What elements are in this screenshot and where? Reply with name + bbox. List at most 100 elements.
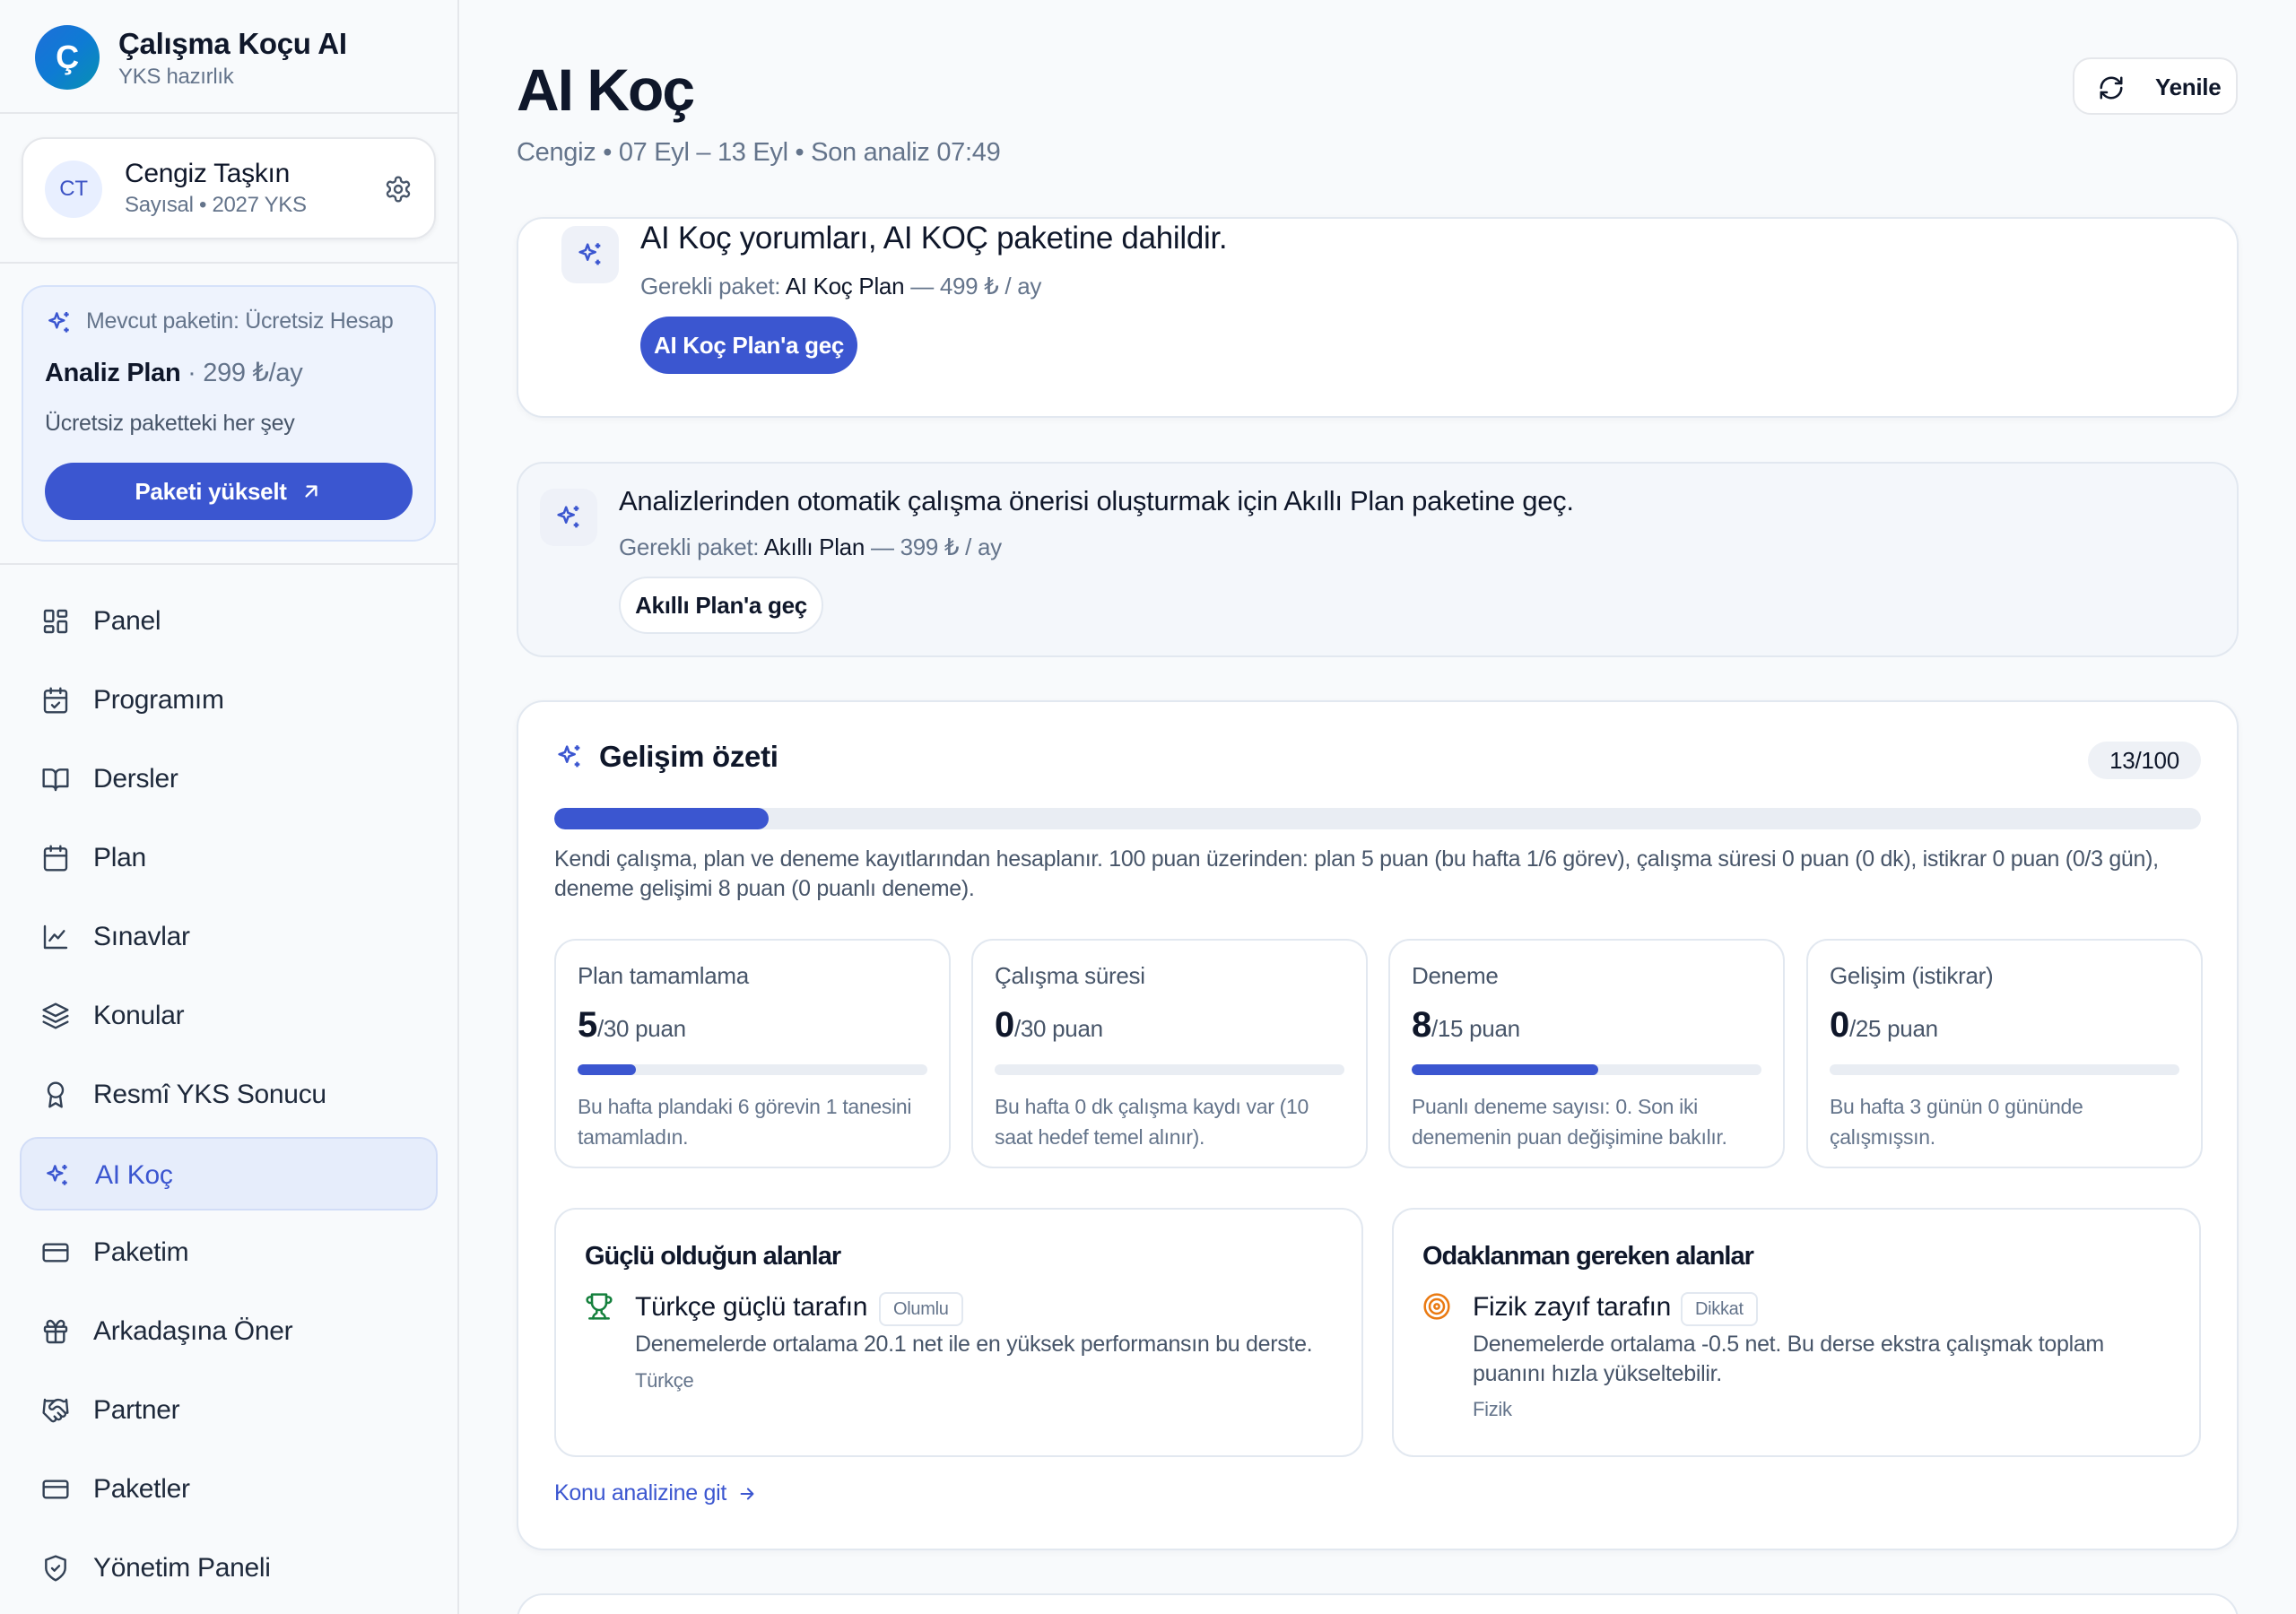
metric-label: Deneme (1412, 962, 1499, 989)
metric-note: Bu hafta plandaki 6 görevin 1 tanesini t… (578, 1095, 912, 1149)
sparkles-icon (45, 308, 74, 337)
avatar: CT (45, 161, 102, 218)
smart-plan-button[interactable]: Akıllı Plan'a geç (619, 577, 823, 634)
metric-bar-fill (1412, 1064, 1598, 1075)
page-title: AI Koç (517, 56, 695, 123)
sidebar-item-label: AI Koç (95, 1160, 173, 1190)
sidebar-item-partner[interactable]: Partner (20, 1374, 438, 1447)
topic-analysis-label: Konu analizine git (554, 1480, 726, 1506)
dashboard-icon (41, 607, 70, 636)
sparkles-icon (540, 489, 597, 546)
sidebar-item-panel[interactable]: Panel (20, 585, 438, 658)
sidebar-item-plan[interactable]: Plan (20, 821, 438, 895)
sidebar-item-label: Resmî YKS Sonucu (93, 1080, 326, 1109)
metric-card-consistency: Gelişim (istikrar) 0/25 puan Bu hafta 3 … (1806, 939, 2203, 1168)
strong-area-description: Denemelerde ortalama 20.1 net ile en yük… (635, 1332, 1313, 1357)
metric-bar (578, 1064, 927, 1075)
brand-subtitle: YKS hazırlık (118, 65, 234, 89)
sidebar-item-label: Programım (93, 685, 224, 715)
sidebar-item-konular[interactable]: Konular (20, 979, 438, 1053)
divider (0, 563, 457, 565)
metric-card-study-time: Çalışma süresi 0/30 puan Bu hafta 0 dk ç… (971, 939, 1368, 1168)
gift-icon (41, 1317, 70, 1346)
metric-card-plan: Plan tamamlama 5/30 puan Bu hafta planda… (554, 939, 951, 1168)
user-card: CT Cengiz Taşkın Sayısal • 2027 YKS (22, 137, 436, 239)
topic-analysis-link[interactable]: Konu analizine git (554, 1480, 757, 1506)
sidebar-item-label: Partner (93, 1395, 180, 1425)
brand[interactable]: Ç Çalışma Koçu AI YKS hazırlık (35, 23, 448, 91)
ai-coach-plan-button[interactable]: AI Koç Plan'a geç (640, 317, 857, 374)
strong-areas-title: Güçlü olduğun alanlar (585, 1242, 841, 1271)
plan-description: Ücretsiz paketteki her şey (45, 411, 295, 436)
metric-note: Puanlı deneme sayısı: 0. Son iki denemen… (1412, 1095, 1727, 1149)
strong-area-title: Türkçe güçlü tarafın (635, 1292, 868, 1322)
sparkles-icon (43, 1161, 72, 1190)
metric-bar (995, 1064, 1344, 1075)
score-badge: 13/100 (2088, 742, 2201, 779)
credit-card-icon (41, 1475, 70, 1504)
focus-area-title: Fizik zayıf tarafın (1473, 1292, 1672, 1322)
brand-logo: Ç (35, 25, 100, 90)
current-plan-label: Mevcut paketin: Ücretsiz Hesap (86, 308, 394, 334)
page-meta: Cengiz • 07 Eyl – 13 Eyl • Son analiz 07… (517, 138, 1001, 167)
metric-value: 8/15 puan (1412, 1005, 1520, 1045)
brand-name: Çalışma Koçu AI (118, 27, 347, 60)
refresh-button[interactable]: Yenile (2073, 57, 2238, 115)
handshake-icon (41, 1396, 70, 1425)
gear-icon[interactable] (384, 175, 413, 204)
progress-description: Kendi çalışma, plan ve deneme kayıtların… (554, 846, 2159, 901)
calendar-check-icon (41, 686, 70, 715)
arrow-up-right-icon (305, 485, 317, 498)
sidebar-item-paketim[interactable]: Paketim (20, 1216, 438, 1289)
sidebar-item-label: Plan (93, 843, 146, 872)
sidebar-item-yonetim-paneli[interactable]: Yönetim Paneli (20, 1532, 438, 1605)
metric-note: Bu hafta 0 dk çalışma kaydı var (10 saat… (995, 1095, 1309, 1149)
book-open-icon (41, 765, 70, 794)
sidebar: Ç Çalışma Koçu AI YKS hazırlık CT Cengiz… (0, 0, 459, 1614)
upgrade-plan-button[interactable]: Paketi yükselt (45, 463, 413, 520)
user-name: Cengiz Taşkın (125, 159, 290, 188)
sidebar-item-programim[interactable]: Programım (20, 664, 438, 737)
plan-card: Mevcut paketin: Ücretsiz Hesap Analiz Pl… (22, 285, 436, 542)
metric-label: Plan tamamlama (578, 962, 749, 989)
sidebar-item-dersler[interactable]: Dersler (20, 742, 438, 816)
upsell-title: Analizlerinden otomatik çalışma önerisi … (619, 485, 1574, 516)
calendar-icon (41, 844, 70, 872)
sparkles-icon (561, 226, 619, 283)
sidebar-item-label: Dersler (93, 764, 178, 794)
divider (0, 112, 457, 114)
strong-areas-card: Güçlü olduğun alanlar Türkçe güçlü taraf… (554, 1208, 1363, 1457)
sidebar-item-label: Paketler (93, 1474, 190, 1504)
sidebar-item-paketler[interactable]: Paketler (20, 1453, 438, 1526)
strong-area-subject: Türkçe (635, 1369, 694, 1392)
line-chart-icon (41, 923, 70, 951)
metric-label: Çalışma süresi (995, 962, 1145, 989)
plan-title: Analiz Plan · 299 ₺/ay (45, 359, 303, 387)
smart-plan-upsell-card: Analizlerinden otomatik çalışma önerisi … (517, 462, 2239, 657)
metric-value: 0/30 puan (995, 1005, 1103, 1045)
sidebar-item-arkadasina-oner[interactable]: Arkadaşına Öner (20, 1295, 438, 1368)
sidebar-item-sinavlar[interactable]: Sınavlar (20, 900, 438, 974)
refresh-icon (2100, 76, 2123, 100)
metric-value: 5/30 puan (578, 1005, 686, 1045)
ai-coach-upsell-card: AI Koç yorumları, AI KOÇ paketine dahild… (517, 217, 2239, 418)
sidebar-item-label: Paketim (93, 1237, 189, 1267)
sidebar-item-label: Sınavlar (93, 922, 190, 951)
metric-bar (1412, 1064, 1761, 1075)
divider (0, 262, 457, 264)
score-progress-fill (554, 808, 769, 829)
sidebar-item-ai-koc[interactable]: AI Koç (20, 1137, 438, 1210)
metric-note: Bu hafta 3 günün 0 gününde çalışmışsın. (1830, 1095, 2083, 1149)
sparkles-icon (554, 742, 585, 772)
metric-bar-fill (578, 1064, 636, 1075)
refresh-label: Yenile (2155, 74, 2222, 100)
score-progress-bar (554, 808, 2201, 829)
focus-areas-title: Odaklanman gereken alanlar (1422, 1242, 1754, 1271)
focus-areas-card: Odaklanman gereken alanlar Fizik zayıf t… (1392, 1208, 2201, 1457)
sidebar-item-label: Yönetim Paneli (93, 1553, 271, 1583)
progress-title: Gelişim özeti (599, 740, 778, 773)
sidebar-item-resmi-yks-sonucu[interactable]: Resmî YKS Sonucu (20, 1058, 438, 1132)
upsell-title: AI Koç yorumları, AI KOÇ paketine dahild… (640, 221, 1228, 256)
trophy-icon (585, 1292, 613, 1321)
shield-icon (41, 1554, 70, 1583)
